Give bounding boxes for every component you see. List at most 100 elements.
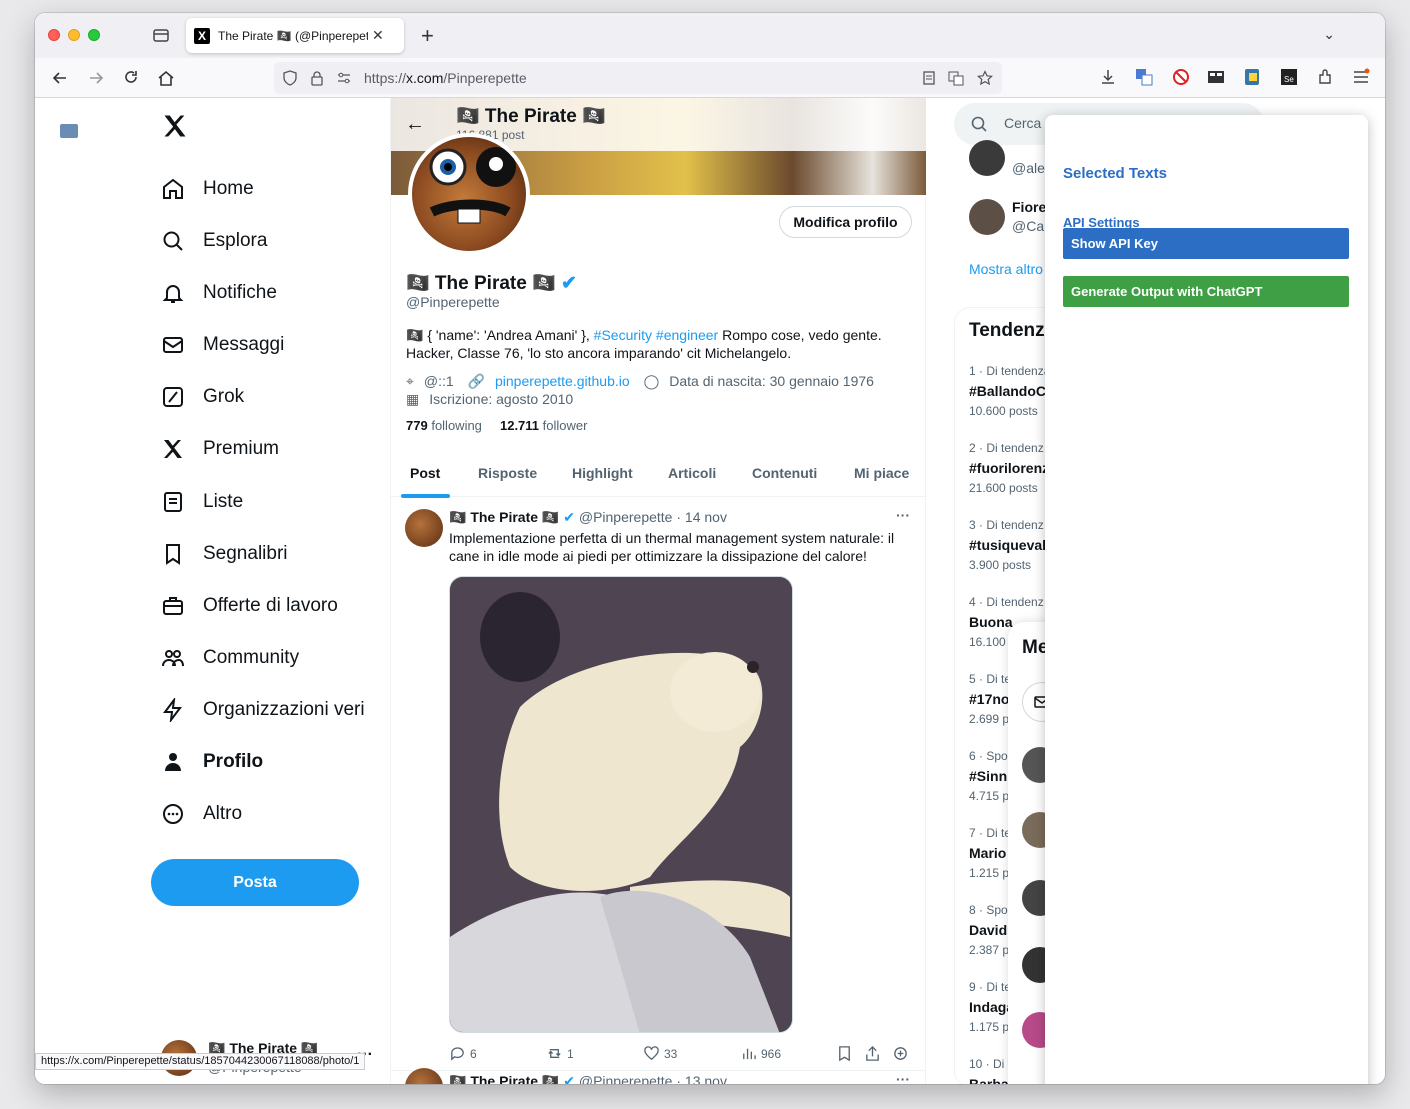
sidebar-item-premium[interactable]: Premium bbox=[161, 434, 279, 464]
home-browser-icon[interactable] bbox=[156, 68, 176, 88]
url-bar[interactable]: https://x.com/Pinperepette bbox=[274, 62, 1002, 94]
repost-button[interactable]: 1 bbox=[546, 1045, 574, 1062]
trend-name[interactable]: Barba bbox=[969, 1076, 1009, 1084]
new-tab-icon[interactable]: + bbox=[421, 23, 434, 49]
share-icon bbox=[866, 1045, 879, 1061]
left-sidebar: Home Esplora Notifiche Messaggi Grok Pre… bbox=[35, 98, 390, 1084]
bio-hashtags-link[interactable]: #Security #engineer bbox=[594, 327, 719, 343]
url-text: https://x.com/Pinperepette bbox=[364, 70, 527, 86]
more-icon[interactable]: ··· bbox=[896, 507, 910, 523]
sidebar-item-lists[interactable]: Liste bbox=[161, 487, 243, 517]
back-arrow-icon[interactable]: ← bbox=[405, 113, 425, 136]
sidebar-item-jobs[interactable]: Offerte di lavoro bbox=[161, 591, 338, 621]
sidebar-item-grok[interactable]: Grok bbox=[161, 382, 244, 412]
blocker-extension-icon[interactable] bbox=[1172, 68, 1190, 86]
x-logo-icon[interactable] bbox=[161, 112, 189, 140]
tab-likes[interactable]: Mi piace bbox=[854, 465, 909, 481]
share-button[interactable] bbox=[864, 1045, 885, 1062]
home-icon bbox=[163, 178, 183, 199]
trend-name[interactable]: Buona bbox=[969, 614, 1013, 630]
tab-replies[interactable]: Risposte bbox=[478, 465, 537, 481]
following-link[interactable]: 779 following bbox=[406, 418, 482, 433]
close-window-button[interactable] bbox=[48, 29, 60, 41]
download-icon[interactable] bbox=[1099, 68, 1117, 86]
suggested-handle[interactable]: @Car bbox=[1012, 218, 1049, 234]
post-button[interactable]: Posta bbox=[151, 859, 359, 906]
menu-icon[interactable] bbox=[1352, 68, 1370, 86]
extension-popup: Selected Texts API Settings Show API Key… bbox=[1045, 115, 1368, 1084]
sidebar-item-organizations[interactable]: Organizzazioni veri bbox=[161, 695, 365, 725]
status-bar-url: https://x.com/Pinperepette/status/185704… bbox=[35, 1053, 366, 1070]
avatar[interactable] bbox=[969, 140, 1005, 176]
sidebar-item-profile[interactable]: Profilo bbox=[161, 747, 263, 777]
profile-avatar[interactable] bbox=[408, 133, 530, 255]
permissions-icon[interactable] bbox=[336, 70, 352, 86]
reader-extension-icon[interactable] bbox=[1207, 68, 1225, 86]
tweet[interactable]: 🏴‍☠️ The Pirate 🏴‍☠️ ✔ @Pinperepette · 1… bbox=[391, 1068, 926, 1084]
profile-website-link[interactable]: pinperepette.github.io bbox=[495, 373, 630, 389]
followers-link[interactable]: 12.711 follower bbox=[500, 418, 587, 433]
trend-name[interactable]: David bbox=[969, 922, 1007, 938]
tab-articles[interactable]: Articoli bbox=[668, 465, 716, 481]
translate-icon[interactable] bbox=[948, 70, 964, 86]
zoom-window-button[interactable] bbox=[88, 29, 100, 41]
close-tab-icon[interactable]: ✕ bbox=[372, 27, 384, 44]
tab-highlights[interactable]: Highlight bbox=[572, 465, 633, 481]
selenium-extension-icon[interactable]: Se bbox=[1280, 68, 1298, 86]
avatar[interactable] bbox=[969, 199, 1005, 235]
chevron-down-icon[interactable]: ⌄ bbox=[1323, 26, 1335, 43]
star-icon[interactable] bbox=[977, 70, 993, 86]
tweet[interactable]: 🏴‍☠️ The Pirate 🏴‍☠️ ✔ @Pinperepette · 1… bbox=[391, 498, 926, 1071]
tweet-photo[interactable] bbox=[449, 576, 793, 1033]
suggested-name[interactable]: Fiore bbox=[1012, 199, 1046, 215]
trend-meta: 5 · Di te bbox=[969, 672, 1012, 686]
reader-view-icon[interactable] bbox=[921, 70, 937, 86]
sidebar-item-explore[interactable]: Esplora bbox=[161, 226, 267, 256]
more-icon[interactable]: ··· bbox=[896, 1071, 910, 1084]
sidebar-item-more[interactable]: Altro bbox=[161, 799, 242, 829]
trend-name[interactable]: #fuorilorenz bbox=[969, 460, 1049, 476]
forward-icon[interactable] bbox=[86, 68, 106, 88]
sidebar-item-bookmarks[interactable]: Segnalibri bbox=[161, 539, 288, 569]
community-icon bbox=[162, 650, 184, 667]
views-button[interactable]: 966 bbox=[740, 1045, 781, 1062]
follow-stats: 779 following 12.711 follower bbox=[406, 418, 587, 433]
sidebar-item-messages[interactable]: Messaggi bbox=[161, 330, 284, 360]
show-api-key-button[interactable]: Show API Key bbox=[1063, 228, 1349, 259]
bookmark-button[interactable] bbox=[836, 1045, 857, 1062]
sidebar-item-community[interactable]: Community bbox=[161, 643, 299, 673]
sidebar-toggle-icon[interactable] bbox=[60, 124, 78, 138]
tab-post[interactable]: Post bbox=[410, 465, 440, 481]
show-more-link[interactable]: Mostra altro bbox=[969, 261, 1043, 277]
tweet-header: 🏴‍☠️ The Pirate 🏴‍☠️ ✔ @Pinperepette · 1… bbox=[449, 509, 727, 525]
translate-extension-icon[interactable] bbox=[1135, 68, 1153, 86]
tab-manager-icon[interactable] bbox=[152, 26, 170, 44]
tab-media[interactable]: Contenuti bbox=[752, 465, 817, 481]
extensions-icon[interactable] bbox=[1316, 68, 1334, 86]
edit-profile-button[interactable]: Modifica profilo bbox=[779, 206, 912, 238]
lock-icon[interactable] bbox=[309, 70, 325, 86]
trend-meta: 4 · Di tendenz bbox=[969, 595, 1044, 609]
generate-output-button[interactable]: Generate Output with ChatGPT bbox=[1063, 276, 1349, 307]
back-icon[interactable] bbox=[50, 68, 70, 88]
avatar[interactable] bbox=[405, 509, 443, 547]
profile-handle: @Pinperepette bbox=[406, 294, 500, 310]
reply-button[interactable]: 6 bbox=[449, 1045, 477, 1062]
minimize-window-button[interactable] bbox=[68, 29, 80, 41]
trend-name[interactable]: #BallandoC bbox=[969, 383, 1046, 399]
grok-explain-button[interactable] bbox=[892, 1045, 913, 1062]
trend-name[interactable]: Mario bbox=[969, 845, 1006, 861]
tweet-text: Implementazione perfetta di un thermal m… bbox=[449, 530, 895, 564]
profile-location: @::1 bbox=[423, 373, 454, 389]
sidebar-item-notifications[interactable]: Notifiche bbox=[161, 278, 277, 308]
trend-name[interactable]: #tusiqueval bbox=[969, 537, 1046, 553]
python-extension-icon[interactable] bbox=[1243, 68, 1261, 86]
reload-icon[interactable] bbox=[121, 68, 141, 88]
trend-name[interactable]: #Sinn bbox=[969, 768, 1007, 784]
browser-tab[interactable]: X The Pirate 🏴‍☠️ (@Pinperepette) ✕ bbox=[186, 18, 404, 53]
trend-name[interactable]: #17no bbox=[969, 691, 1009, 707]
like-button[interactable]: 33 bbox=[643, 1045, 677, 1062]
shield-icon[interactable] bbox=[282, 70, 298, 86]
verified-badge-icon: ✔ bbox=[563, 509, 575, 525]
sidebar-item-home[interactable]: Home bbox=[161, 174, 254, 204]
